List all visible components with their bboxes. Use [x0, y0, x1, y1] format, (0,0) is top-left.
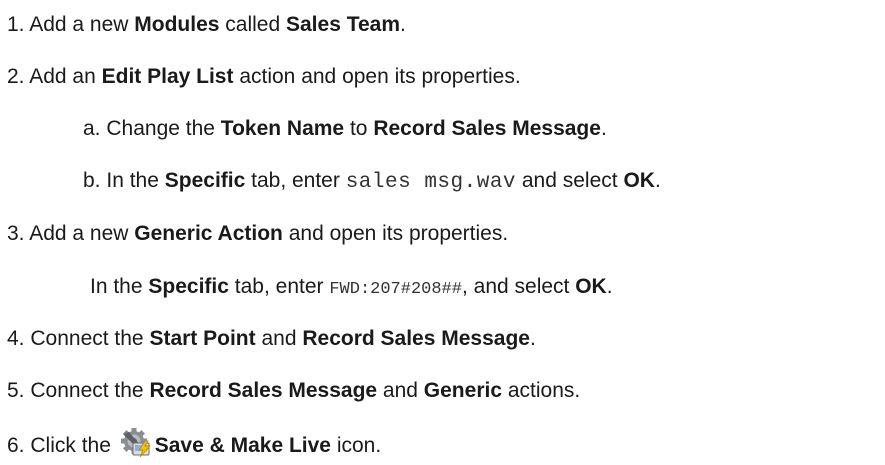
step-number: 4.: [7, 327, 25, 350]
step-text: .: [529, 327, 536, 350]
step-number: 5.: [7, 379, 25, 402]
step-text: to: [344, 117, 374, 140]
ui-term: Modules: [134, 13, 220, 36]
ui-term: Save & Make Live: [154, 434, 331, 457]
step-text: In the: [90, 275, 149, 298]
step-text: .: [606, 275, 613, 298]
step-3: 3. Add a new Generic Action and open its…: [7, 221, 508, 247]
step-6: 6. Click the Save & Make Live icon.: [7, 428, 381, 459]
step-2a: a. Change the Token Name to Record Sales…: [83, 116, 607, 142]
step-4: 4. Connect the Start Point and Record Sa…: [7, 326, 536, 352]
code-filename: sales msg.wav: [345, 171, 517, 194]
ui-term: OK: [575, 275, 607, 298]
step-text: Change the: [106, 117, 221, 140]
step-text: and select: [516, 169, 624, 192]
step-2b: b. In the Specific tab, enter sales msg.…: [83, 168, 661, 196]
step-text: tab, enter: [228, 275, 330, 298]
step-number: 2.: [7, 65, 25, 88]
step-text: actions.: [502, 379, 581, 402]
step-text: , and select: [461, 275, 576, 298]
step-text: .: [600, 117, 607, 140]
step-3-detail: In the Specific tab, enter FWD:207#208##…: [90, 274, 613, 303]
ui-term: Specific: [148, 275, 229, 298]
ui-term: Record Sales Message: [302, 327, 530, 350]
step-text: icon.: [330, 434, 382, 457]
step-text: Add an: [29, 65, 102, 88]
step-text: Add a new: [29, 13, 135, 36]
step-text: action and open its properties.: [233, 65, 521, 88]
step-2: 2. Add an Edit Play List action and open…: [7, 64, 521, 90]
code-command: FWD:207#208##: [329, 280, 462, 299]
step-text: .: [400, 13, 406, 36]
ui-term: Token Name: [220, 117, 345, 140]
step-number: 6.: [7, 434, 25, 457]
step-1: 1. Add a new Modules called Sales Team.: [7, 12, 406, 38]
ui-term: Generic: [423, 379, 503, 402]
step-letter: b.: [83, 169, 101, 192]
step-5: 5. Connect the Record Sales Message and …: [7, 378, 580, 404]
step-text: Connect the: [30, 379, 150, 402]
step-text: In the: [106, 169, 165, 192]
step-number: 1.: [7, 13, 25, 36]
ui-term: OK: [623, 169, 655, 192]
ui-term: Edit Play List: [101, 65, 234, 88]
save-and-make-live-icon: [119, 428, 153, 458]
step-text: Add a new: [29, 222, 135, 245]
step-number: 3.: [7, 222, 25, 245]
ui-term: Record Sales Message: [149, 379, 378, 402]
step-text: and open its properties.: [282, 222, 509, 245]
step-text: Click the: [30, 434, 117, 457]
step-text: and: [255, 327, 303, 350]
ui-term: Start Point: [149, 327, 256, 350]
step-text: Connect the: [30, 327, 150, 350]
step-text: and: [377, 379, 424, 402]
step-text: .: [654, 169, 661, 192]
ui-term: Sales Team: [286, 13, 401, 36]
ui-term: Specific: [164, 169, 246, 192]
ui-term: Generic Action: [134, 222, 283, 245]
step-text: called: [219, 13, 286, 36]
ui-term: Record Sales Message: [373, 117, 601, 140]
step-letter: a.: [83, 117, 101, 140]
step-text: tab, enter: [245, 169, 346, 192]
